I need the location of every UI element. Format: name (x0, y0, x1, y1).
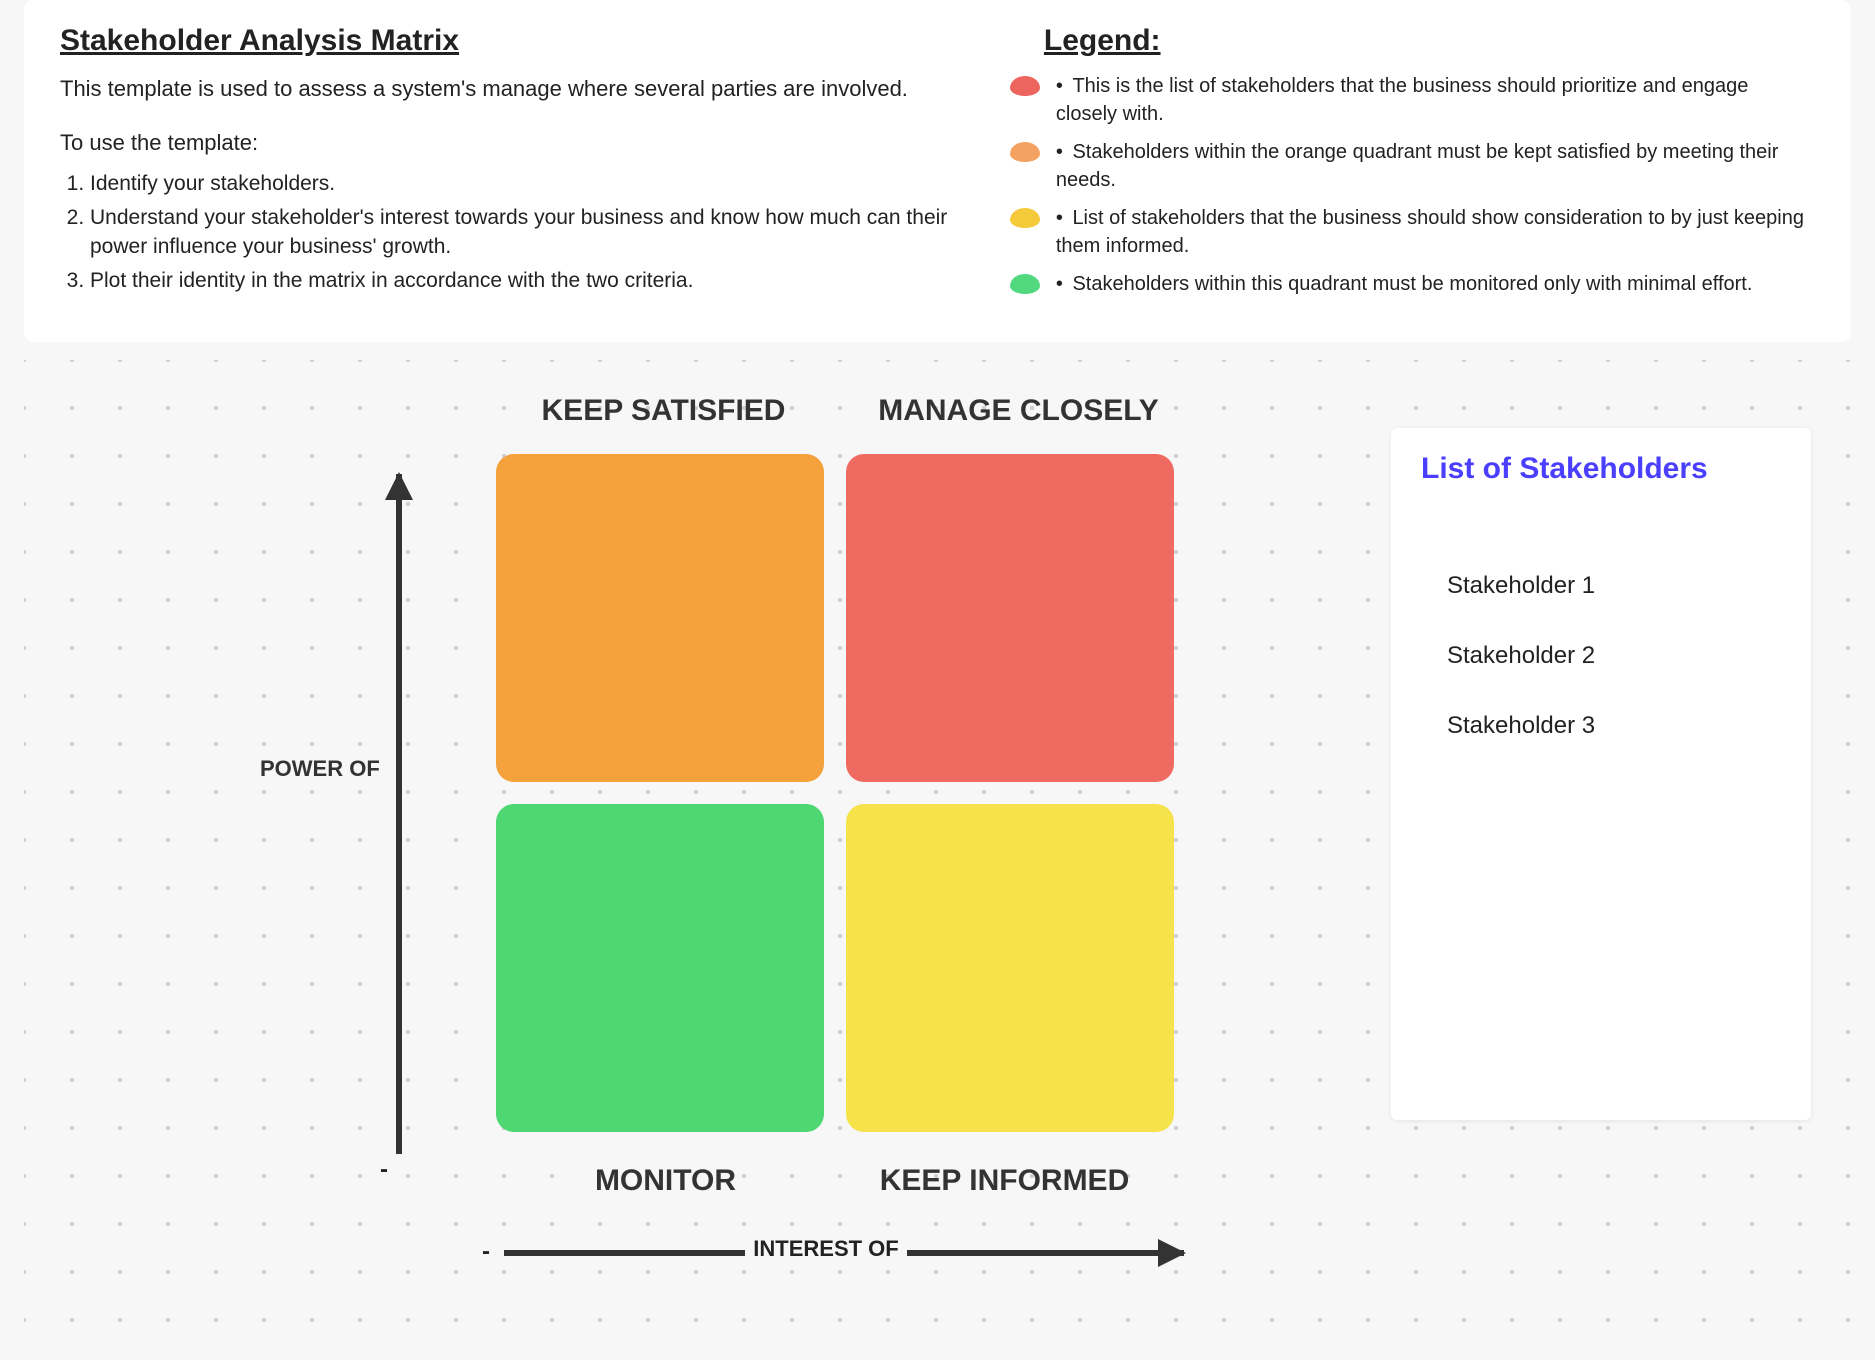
legend-swatch-icon (1010, 142, 1040, 162)
usage-step: Identify your stakeholders. (90, 170, 950, 198)
instructions-block: Stakeholder Analysis Matrix This templat… (60, 24, 950, 308)
legend-text: List of stakeholders that the business s… (1056, 204, 1815, 260)
legend-item-yellow: List of stakeholders that the business s… (1010, 204, 1815, 260)
legend-item-red: This is the list of stakeholders that th… (1010, 72, 1815, 128)
legend-block: Legend: This is the list of stakeholders… (1010, 24, 1815, 308)
quadrant-label-monitor: MONITOR (496, 1164, 835, 1198)
stakeholder-matrix: KEEP SATISFIED MANAGE CLOSELY POWER OF -… (286, 394, 1226, 1314)
diagram-canvas[interactable]: KEEP SATISFIED MANAGE CLOSELY POWER OF -… (24, 360, 1851, 1360)
usage-step: Understand your stakeholder's interest t… (90, 204, 950, 261)
x-axis-arrow-icon (504, 1250, 1184, 1256)
y-axis-low-marker: - (380, 1156, 388, 1184)
x-axis-low-marker: - (482, 1238, 490, 1266)
legend-text: This is the list of stakeholders that th… (1056, 72, 1815, 128)
y-axis-label: POWER OF (260, 756, 380, 782)
x-axis-label: INTEREST OF (745, 1236, 906, 1261)
usage-intro: To use the template: (60, 130, 950, 156)
quadrant-label-keep-satisfied: KEEP SATISFIED (486, 394, 841, 428)
stakeholder-item[interactable]: Stakeholder 2 (1447, 642, 1781, 670)
template-description: This template is used to assess a system… (60, 76, 950, 102)
legend-item-green: Stakeholders within this quadrant must b… (1010, 270, 1815, 298)
quadrant-monitor[interactable] (496, 804, 824, 1132)
stakeholder-item[interactable]: Stakeholder 3 (1447, 712, 1781, 740)
y-axis-arrow-icon (396, 474, 402, 1154)
quadrant-label-keep-informed: KEEP INFORMED (835, 1164, 1174, 1198)
quadrant-manage-closely[interactable] (846, 454, 1174, 782)
usage-steps: Identify your stakeholders. Understand y… (60, 170, 950, 295)
legend-title: Legend: (1044, 24, 1815, 58)
stakeholder-list-panel[interactable]: List of Stakeholders Stakeholder 1 Stake… (1391, 428, 1811, 1120)
quadrant-keep-satisfied[interactable] (496, 454, 824, 782)
page-title: Stakeholder Analysis Matrix (60, 24, 950, 58)
stakeholder-list-title: List of Stakeholders (1421, 452, 1781, 486)
legend-swatch-icon (1010, 208, 1040, 228)
quadrant-keep-informed[interactable] (846, 804, 1174, 1132)
usage-step: Plot their identity in the matrix in acc… (90, 267, 950, 295)
info-panel: Stakeholder Analysis Matrix This templat… (24, 0, 1851, 342)
legend-text: Stakeholders within the orange quadrant … (1056, 138, 1815, 194)
stakeholder-item[interactable]: Stakeholder 1 (1447, 572, 1781, 600)
legend-swatch-icon (1010, 274, 1040, 294)
legend-item-orange: Stakeholders within the orange quadrant … (1010, 138, 1815, 194)
quadrant-grid (496, 454, 1174, 1132)
quadrant-label-manage-closely: MANAGE CLOSELY (841, 394, 1196, 428)
legend-swatch-icon (1010, 76, 1040, 96)
legend-text: Stakeholders within this quadrant must b… (1056, 270, 1753, 298)
